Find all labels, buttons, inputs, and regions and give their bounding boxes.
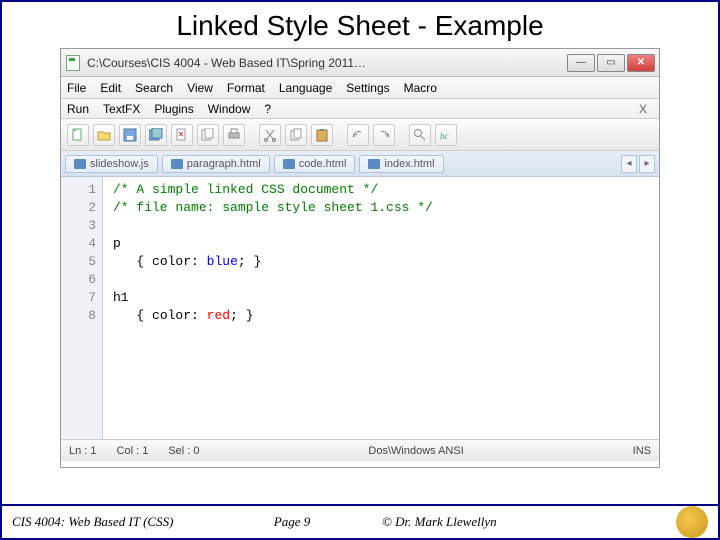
- tabnav-right-button[interactable]: ▸: [639, 155, 655, 173]
- paste-button[interactable]: [311, 124, 333, 146]
- menu-settings[interactable]: Settings: [346, 81, 389, 95]
- tab-close-x[interactable]: X: [639, 102, 647, 116]
- selector: h1: [113, 290, 129, 305]
- status-encoding: Dos\Windows ANSI: [368, 445, 463, 457]
- value: blue: [207, 254, 238, 269]
- toolbar-separator-2: [337, 124, 343, 146]
- tab-label: slideshow.js: [90, 158, 149, 170]
- tab-index[interactable]: index.html: [359, 155, 443, 173]
- menubar-row-1: File Edit Search View Format Language Se…: [61, 77, 659, 99]
- slide: Linked Style Sheet - Example C:\Courses\…: [0, 0, 720, 540]
- tab-paragraph[interactable]: paragraph.html: [162, 155, 270, 173]
- menu-edit[interactable]: Edit: [100, 81, 121, 95]
- menu-view[interactable]: View: [187, 81, 213, 95]
- footer-author: © Dr. Mark Llewellyn: [352, 514, 676, 530]
- copy-button[interactable]: [285, 124, 307, 146]
- undo-button[interactable]: [347, 124, 369, 146]
- tabstrip: slideshow.js paragraph.html code.html in…: [61, 151, 659, 177]
- file-icon: [283, 159, 295, 169]
- menu-search[interactable]: Search: [135, 81, 173, 95]
- menu-textfx[interactable]: TextFX: [103, 102, 140, 116]
- menu-run[interactable]: Run: [67, 102, 89, 116]
- status-col: Col : 1: [117, 445, 149, 457]
- new-file-button[interactable]: [67, 124, 89, 146]
- replace-button[interactable]: bc: [435, 124, 457, 146]
- menu-help[interactable]: ?: [264, 102, 271, 116]
- menu-format[interactable]: Format: [227, 81, 265, 95]
- status-line: Ln : 1: [69, 445, 97, 457]
- menu-window[interactable]: Window: [208, 102, 251, 116]
- svg-text:bc: bc: [440, 131, 449, 141]
- tab-label: code.html: [299, 158, 347, 170]
- menu-plugins[interactable]: Plugins: [154, 102, 193, 116]
- find-button[interactable]: [409, 124, 431, 146]
- footer-course: CIS 4004: Web Based IT (CSS): [12, 514, 232, 530]
- line-gutter: 12345678: [61, 177, 103, 439]
- titlebar: C:\Courses\CIS 4004 - Web Based IT\Sprin…: [61, 49, 659, 77]
- menubar-row-2: Run TextFX Plugins Window ? X: [61, 99, 659, 119]
- toolbar: bc: [61, 119, 659, 151]
- property: color: [152, 254, 191, 269]
- app-icon: [65, 55, 81, 71]
- open-file-button[interactable]: [93, 124, 115, 146]
- toolbar-separator-3: [399, 124, 405, 146]
- menu-language[interactable]: Language: [279, 81, 332, 95]
- close-all-button[interactable]: [197, 124, 219, 146]
- tab-label: paragraph.html: [187, 158, 261, 170]
- code-comment: /* A simple linked CSS document */: [113, 182, 378, 197]
- tab-code[interactable]: code.html: [274, 155, 356, 173]
- toolbar-separator: [249, 124, 255, 146]
- editor-area[interactable]: 12345678 /* A simple linked CSS document…: [61, 177, 659, 439]
- cut-button[interactable]: [259, 124, 281, 146]
- code-comment: /* file name: sample style sheet 1.css *…: [113, 200, 433, 215]
- slide-footer: CIS 4004: Web Based IT (CSS) Page 9 © Dr…: [2, 504, 718, 538]
- print-button[interactable]: [223, 124, 245, 146]
- maximize-button[interactable]: ▭: [597, 54, 625, 72]
- status-ins: INS: [633, 445, 651, 457]
- tab-label: index.html: [384, 158, 434, 170]
- tab-slideshow[interactable]: slideshow.js: [65, 155, 158, 173]
- ucf-logo-icon: [676, 506, 708, 538]
- save-all-button[interactable]: [145, 124, 167, 146]
- file-icon: [74, 159, 86, 169]
- file-icon: [171, 159, 183, 169]
- selector: p: [113, 236, 121, 251]
- status-sel: Sel : 0: [168, 445, 199, 457]
- save-button[interactable]: [119, 124, 141, 146]
- editor-window: C:\Courses\CIS 4004 - Web Based IT\Sprin…: [60, 48, 660, 468]
- minimize-button[interactable]: —: [567, 54, 595, 72]
- footer-page: Page 9: [232, 514, 352, 530]
- close-file-button[interactable]: [171, 124, 193, 146]
- value: red: [207, 308, 230, 323]
- slide-title: Linked Style Sheet - Example: [2, 2, 718, 48]
- window-title: C:\Courses\CIS 4004 - Web Based IT\Sprin…: [87, 56, 567, 70]
- file-icon: [368, 159, 380, 169]
- menu-file[interactable]: File: [67, 81, 86, 95]
- property: color: [152, 308, 191, 323]
- statusbar: Ln : 1 Col : 1 Sel : 0 Dos\Windows ANSI …: [61, 439, 659, 461]
- redo-button[interactable]: [373, 124, 395, 146]
- code-view[interactable]: /* A simple linked CSS document */ /* fi…: [103, 177, 659, 439]
- window-controls: — ▭ ✕: [567, 54, 655, 72]
- tab-nav: ◂ ▸: [621, 155, 655, 173]
- tabnav-left-button[interactable]: ◂: [621, 155, 637, 173]
- menu-macro[interactable]: Macro: [404, 81, 437, 95]
- close-button[interactable]: ✕: [627, 54, 655, 72]
